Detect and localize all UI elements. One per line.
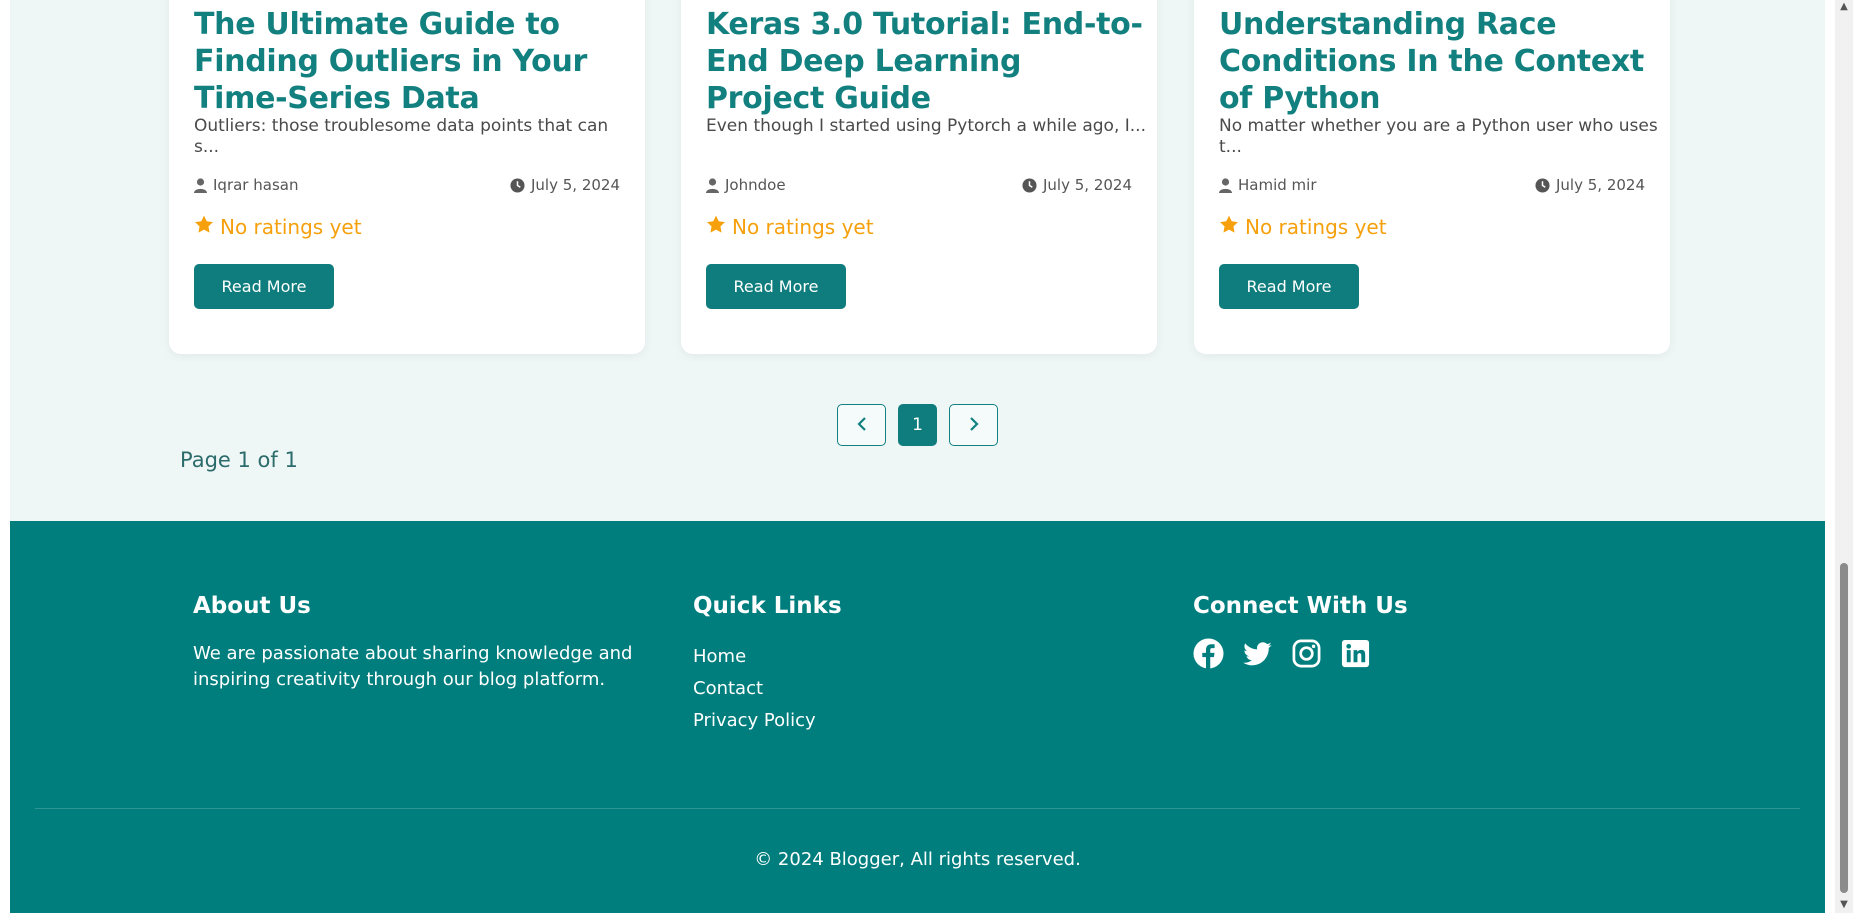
post-rating: No ratings yet [1219,215,1387,239]
user-icon [194,177,207,193]
post-card: Keras 3.0 Tutorial: End-to-End Deep Lear… [681,0,1157,354]
date-text: July 5, 2024 [531,176,620,194]
scrollbar-thumb[interactable] [1840,563,1848,893]
rating-text: No ratings yet [732,215,874,239]
user-icon [1219,177,1232,193]
about-text: We are passionate about sharing knowledg… [193,643,633,690]
post-date: July 5, 2024 [1535,176,1645,194]
scroll-up-arrow-icon[interactable]: ▲ [1839,0,1849,14]
page-scrollbar[interactable]: ▲ ▼ [1835,0,1853,913]
page-number-button[interactable]: 1 [898,404,937,446]
clock-icon [1535,177,1550,193]
next-page-button[interactable] [949,404,998,446]
site-footer: About Us We are passionate about sharing… [10,521,1825,913]
connect-heading: Connect With Us [1193,593,1408,619]
author-name: Hamid mir [1238,176,1317,194]
read-more-button[interactable]: Read More [706,264,846,309]
footer-link-contact[interactable]: Contact [693,678,816,710]
post-meta: Iqrar hasan July 5, 2024 [194,176,620,196]
instagram-icon[interactable] [1291,638,1322,669]
post-card: The Ultimate Guide to Finding Outliers i… [169,0,645,354]
author-name: Johndoe [725,176,786,194]
page-body: The Ultimate Guide to Finding Outliers i… [10,0,1825,913]
previous-page-button[interactable] [837,404,886,446]
rating-text: No ratings yet [220,215,362,239]
post-rating: No ratings yet [194,215,362,239]
post-excerpt: Even though I started using Pytorch a wh… [706,116,1146,136]
post-card: Understanding Race Conditions In the Con… [1194,0,1670,354]
quick-links-list: Home Contact Privacy Policy [693,646,816,742]
quick-links-heading: Quick Links [693,593,842,619]
scroll-down-arrow-icon[interactable]: ▼ [1839,898,1849,912]
star-icon [1219,215,1239,239]
read-more-button[interactable]: Read More [1219,264,1359,309]
rating-text: No ratings yet [1245,215,1387,239]
post-author: Johndoe [706,176,786,194]
post-excerpt: No matter whether you are a Python user … [1219,116,1658,157]
footer-link-privacy-policy[interactable]: Privacy Policy [693,710,816,742]
post-date: July 5, 2024 [1022,176,1132,194]
clock-icon [1022,177,1037,193]
post-meta: Hamid mir July 5, 2024 [1219,176,1645,196]
chevron-left-icon [856,416,867,435]
page-info: Page 1 of 1 [180,448,298,472]
footer-divider [35,808,1800,809]
date-text: July 5, 2024 [1043,176,1132,194]
star-icon [706,215,726,239]
post-meta: Johndoe July 5, 2024 [706,176,1132,196]
clock-icon [510,177,525,193]
linkedin-icon[interactable] [1340,638,1371,669]
twitter-icon[interactable] [1242,638,1273,669]
post-author: Iqrar hasan [194,176,298,194]
post-title[interactable]: Understanding Race Conditions In the Con… [1219,6,1659,117]
star-icon [194,215,214,239]
footer-link-home[interactable]: Home [693,646,816,678]
post-title[interactable]: Keras 3.0 Tutorial: End-to-End Deep Lear… [706,6,1146,117]
post-author: Hamid mir [1219,176,1317,194]
chevron-right-icon [969,416,979,435]
facebook-icon[interactable] [1193,638,1224,669]
post-date: July 5, 2024 [510,176,620,194]
date-text: July 5, 2024 [1556,176,1645,194]
post-excerpt: Outliers: those troublesome data points … [194,116,609,157]
read-more-button[interactable]: Read More [194,264,334,309]
post-rating: No ratings yet [706,215,874,239]
copyright-text: © 2024 Blogger, All rights reserved. [754,849,1081,870]
social-links [1193,638,1371,669]
about-heading: About Us [193,593,311,619]
post-title[interactable]: The Ultimate Guide to Finding Outliers i… [194,6,634,117]
author-name: Iqrar hasan [213,176,299,194]
user-icon [706,177,719,193]
